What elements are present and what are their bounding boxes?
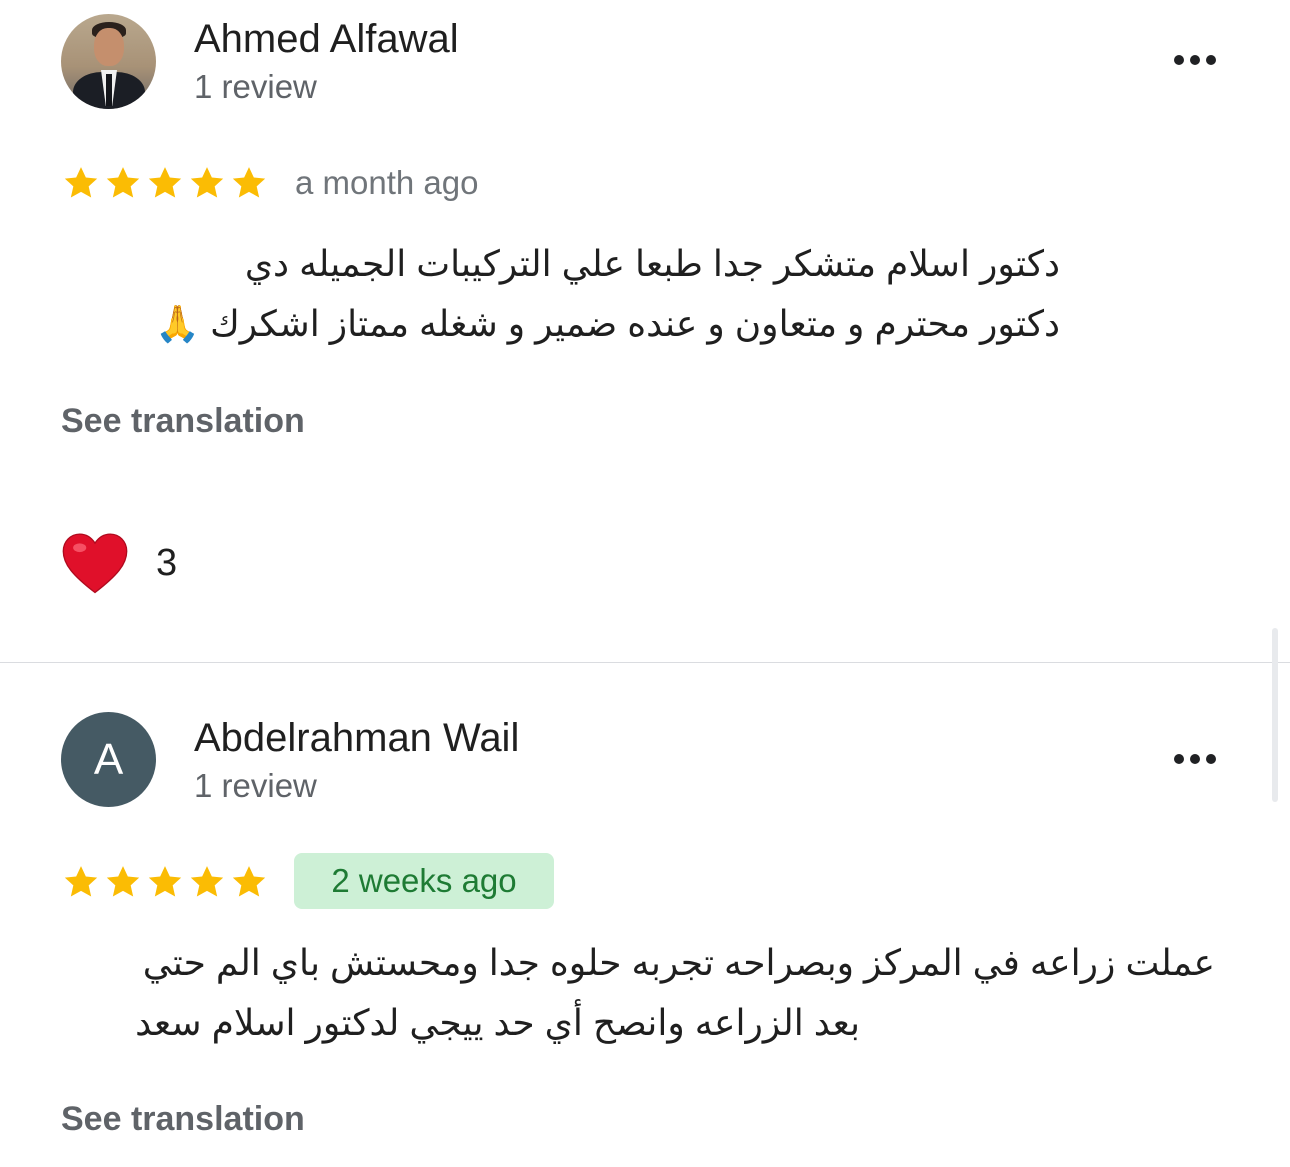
reaction-button[interactable]: 3 — [60, 530, 177, 596]
review-text: دكتور اسلام متشكر جدا طبعا علي التركيبات… — [60, 234, 1060, 354]
more-dot-icon — [1190, 754, 1200, 764]
review-time: a month ago — [295, 164, 479, 201]
review-text-line: عملت زراعه في المركز وبصراحه تجربه حلوه … — [142, 942, 1215, 983]
more-dot-icon — [1190, 55, 1200, 65]
star-icon — [232, 167, 266, 198]
more-dot-icon — [1206, 754, 1216, 764]
see-translation-link[interactable]: See translation — [61, 404, 305, 438]
more-options-button[interactable] — [1160, 40, 1230, 80]
star-icon — [64, 866, 98, 897]
review-text-line: دكتور محترم و متعاون و عنده ضمير و شغله … — [155, 303, 1060, 344]
review-card: Ahmed Alfawal 1 review a month ago دكتور… — [0, 0, 1290, 662]
star-icon — [232, 866, 266, 897]
more-dot-icon — [1206, 55, 1216, 65]
star-icon — [148, 866, 182, 897]
reviewer-review-count[interactable]: 1 review — [194, 769, 317, 802]
review-time: 2 weeks ago — [294, 853, 554, 909]
reviewer-name[interactable]: Abdelrahman Wail — [194, 718, 519, 758]
reviewer-avatar[interactable]: A — [61, 712, 156, 807]
red-heart-icon — [62, 533, 128, 594]
star-icon — [64, 167, 98, 198]
more-dot-icon — [1174, 754, 1184, 764]
more-options-button[interactable] — [1160, 739, 1230, 779]
reviewer-name[interactable]: Ahmed Alfawal — [194, 19, 459, 59]
star-icon — [106, 167, 140, 198]
star-rating — [60, 163, 270, 203]
more-dot-icon — [1174, 55, 1184, 65]
star-rating — [60, 862, 270, 902]
reviewer-review-count[interactable]: 1 review — [194, 70, 317, 103]
review-text-line: دكتور اسلام متشكر جدا طبعا علي التركيبات… — [244, 243, 1060, 284]
star-icon — [106, 866, 140, 897]
reaction-count: 3 — [156, 542, 178, 584]
review-text-line: بعد الزراعه وانصح أي حد ييجي لدكتور اسلا… — [135, 1002, 860, 1043]
see-translation-link[interactable]: See translation — [61, 1102, 305, 1136]
star-icon — [190, 866, 224, 897]
avatar-tie — [106, 74, 112, 106]
avatar-face — [94, 28, 124, 66]
review-text: عملت زراعه في المركز وبصراحه تجربه حلوه … — [60, 933, 1215, 1053]
star-icon — [148, 167, 182, 198]
scrollbar[interactable] — [1272, 628, 1278, 802]
star-icon — [190, 167, 224, 198]
review-card: A Abdelrahman Wail 1 review 2 weeks ago … — [0, 663, 1290, 1167]
reviewer-avatar[interactable] — [61, 14, 156, 109]
